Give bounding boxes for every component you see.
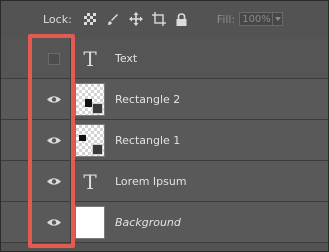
column-separator (70, 120, 71, 161)
layer-thumbnail (75, 124, 105, 157)
fill-dropdown-icon[interactable] (273, 12, 284, 26)
visibility-toggle[interactable] (1, 161, 70, 202)
type-layer-icon: T (83, 169, 97, 194)
move-lock-icon[interactable] (126, 9, 146, 29)
visibility-toggle[interactable] (1, 120, 70, 161)
layer-row-rectangle-2[interactable]: Rectangle 2 (1, 79, 328, 120)
artboard-lock-icon[interactable] (149, 9, 169, 29)
layer-name: Rectangle 1 (115, 134, 181, 147)
type-layer-icon: T (83, 46, 97, 71)
shape-layer-badge-icon (92, 144, 103, 155)
layer-row-lorem-ipsum[interactable]: T Lorem Ipsum (1, 161, 328, 202)
fill-input[interactable]: 100% (239, 12, 274, 26)
background-thumbnail (75, 206, 105, 239)
layer-name: Lorem Ipsum (115, 175, 187, 188)
layer-thumbnail: T (75, 42, 105, 75)
visibility-toggle[interactable] (1, 79, 70, 120)
layer-name: Background (115, 216, 181, 229)
checkerboard-lock-icon[interactable] (80, 9, 100, 29)
layer-name: Rectangle 2 (115, 93, 181, 106)
layer-thumbnail (75, 206, 105, 239)
rectangle-shape-preview (79, 135, 86, 141)
shape-thumbnail (75, 83, 105, 116)
eye-icon (46, 137, 61, 144)
layer-name: Text (115, 52, 138, 65)
layer-row-text[interactable]: T Text (1, 38, 328, 79)
eye-icon (46, 96, 61, 103)
layers-panel: Lock: Fill: 100% T Text Rectangle 2 Rect… (0, 0, 329, 252)
visibility-off-box-icon (47, 52, 60, 65)
layer-row-rectangle-1[interactable]: Rectangle 1 (1, 120, 328, 161)
shape-layer-badge-icon (92, 103, 103, 114)
eye-icon (46, 219, 61, 226)
padlock-icon[interactable] (172, 9, 192, 29)
visibility-toggle[interactable] (1, 38, 70, 79)
column-separator (70, 79, 71, 120)
fill-label: Fill: (216, 12, 236, 26)
rectangle-shape-preview (85, 99, 92, 107)
eye-icon (46, 178, 61, 185)
layers-list: T Text Rectangle 2 Rectangle 1 T Lorem I… (1, 38, 328, 243)
visibility-toggle[interactable] (1, 202, 70, 243)
layer-thumbnail (75, 83, 105, 116)
lock-label: Lock: (43, 12, 72, 26)
lock-toolbar: Lock: Fill: 100% (1, 1, 328, 37)
shape-thumbnail (75, 124, 105, 157)
layer-row-background[interactable]: Background (1, 202, 328, 243)
column-separator (70, 161, 71, 202)
brush-lock-icon[interactable] (103, 9, 123, 29)
column-separator (70, 38, 71, 79)
column-separator (70, 202, 71, 243)
layer-thumbnail: T (75, 165, 105, 198)
